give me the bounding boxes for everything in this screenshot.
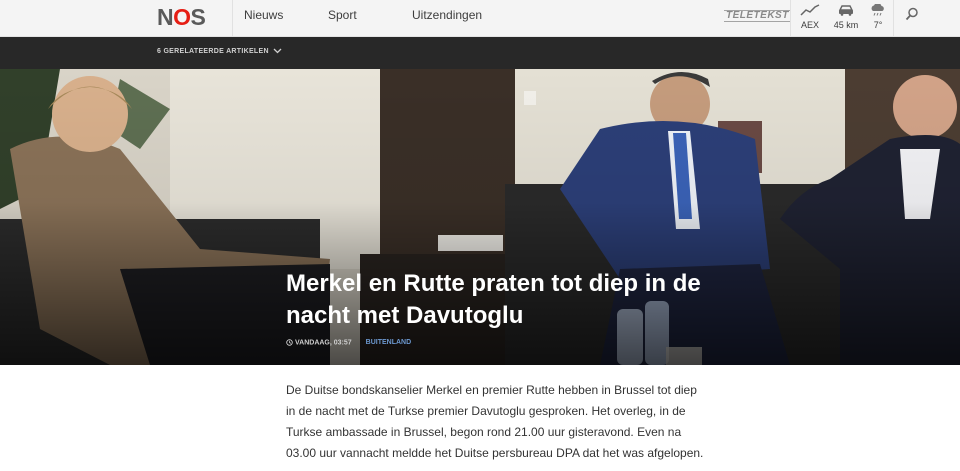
search-button[interactable]	[905, 7, 925, 27]
weather-value: 7°	[873, 20, 883, 30]
article-title: Merkel en Rutte praten tot diep in de na…	[286, 270, 701, 329]
nav-divider	[893, 0, 894, 36]
chevron-down-icon	[273, 48, 282, 54]
weather-widget[interactable]: 7°	[858, 4, 898, 30]
article-meta: VANDAAG, 03:57 BUITENLAND	[286, 339, 411, 346]
aex-widget[interactable]: AEX	[790, 4, 830, 30]
search-icon	[905, 7, 918, 21]
article-lead-paragraph: De Duitse bondskanselier Merkel en premi…	[286, 383, 704, 460]
chart-trend-icon	[800, 4, 820, 16]
nos-logo[interactable]: NOS	[157, 4, 206, 31]
car-icon	[838, 5, 854, 16]
related-articles-label: 6 GERELATEERDE ARTIKELEN	[157, 48, 269, 55]
top-navigation: NOS Nieuws Sport Uitzendingen TELETEKST …	[0, 0, 960, 37]
nav-item-sport[interactable]: Sport	[328, 8, 357, 22]
logo-letter-o: O	[173, 4, 191, 30]
article-category-link[interactable]: BUITENLAND	[366, 339, 412, 346]
hero-image[interactable]: Merkel en Rutte praten tot diep in de na…	[0, 69, 960, 365]
related-articles-toggle[interactable]: 6 GERELATEERDE ARTIKELEN	[157, 48, 282, 55]
nav-item-uitzendingen[interactable]: Uitzendingen	[412, 8, 482, 22]
logo-letter-s: S	[190, 4, 206, 30]
aex-value: AEX	[800, 20, 819, 30]
clock-icon	[286, 339, 293, 346]
rain-cloud-icon	[871, 4, 884, 16]
related-articles-bar: 6 GERELATEERDE ARTIKELEN	[0, 37, 960, 69]
article-timestamp: VANDAAG, 03:57	[295, 339, 352, 347]
logo-letter-n: N	[157, 4, 174, 30]
nav-divider	[232, 0, 233, 36]
nav-item-nieuws[interactable]: Nieuws	[244, 8, 283, 22]
teletekst-link[interactable]: TELETEKST	[724, 10, 791, 22]
